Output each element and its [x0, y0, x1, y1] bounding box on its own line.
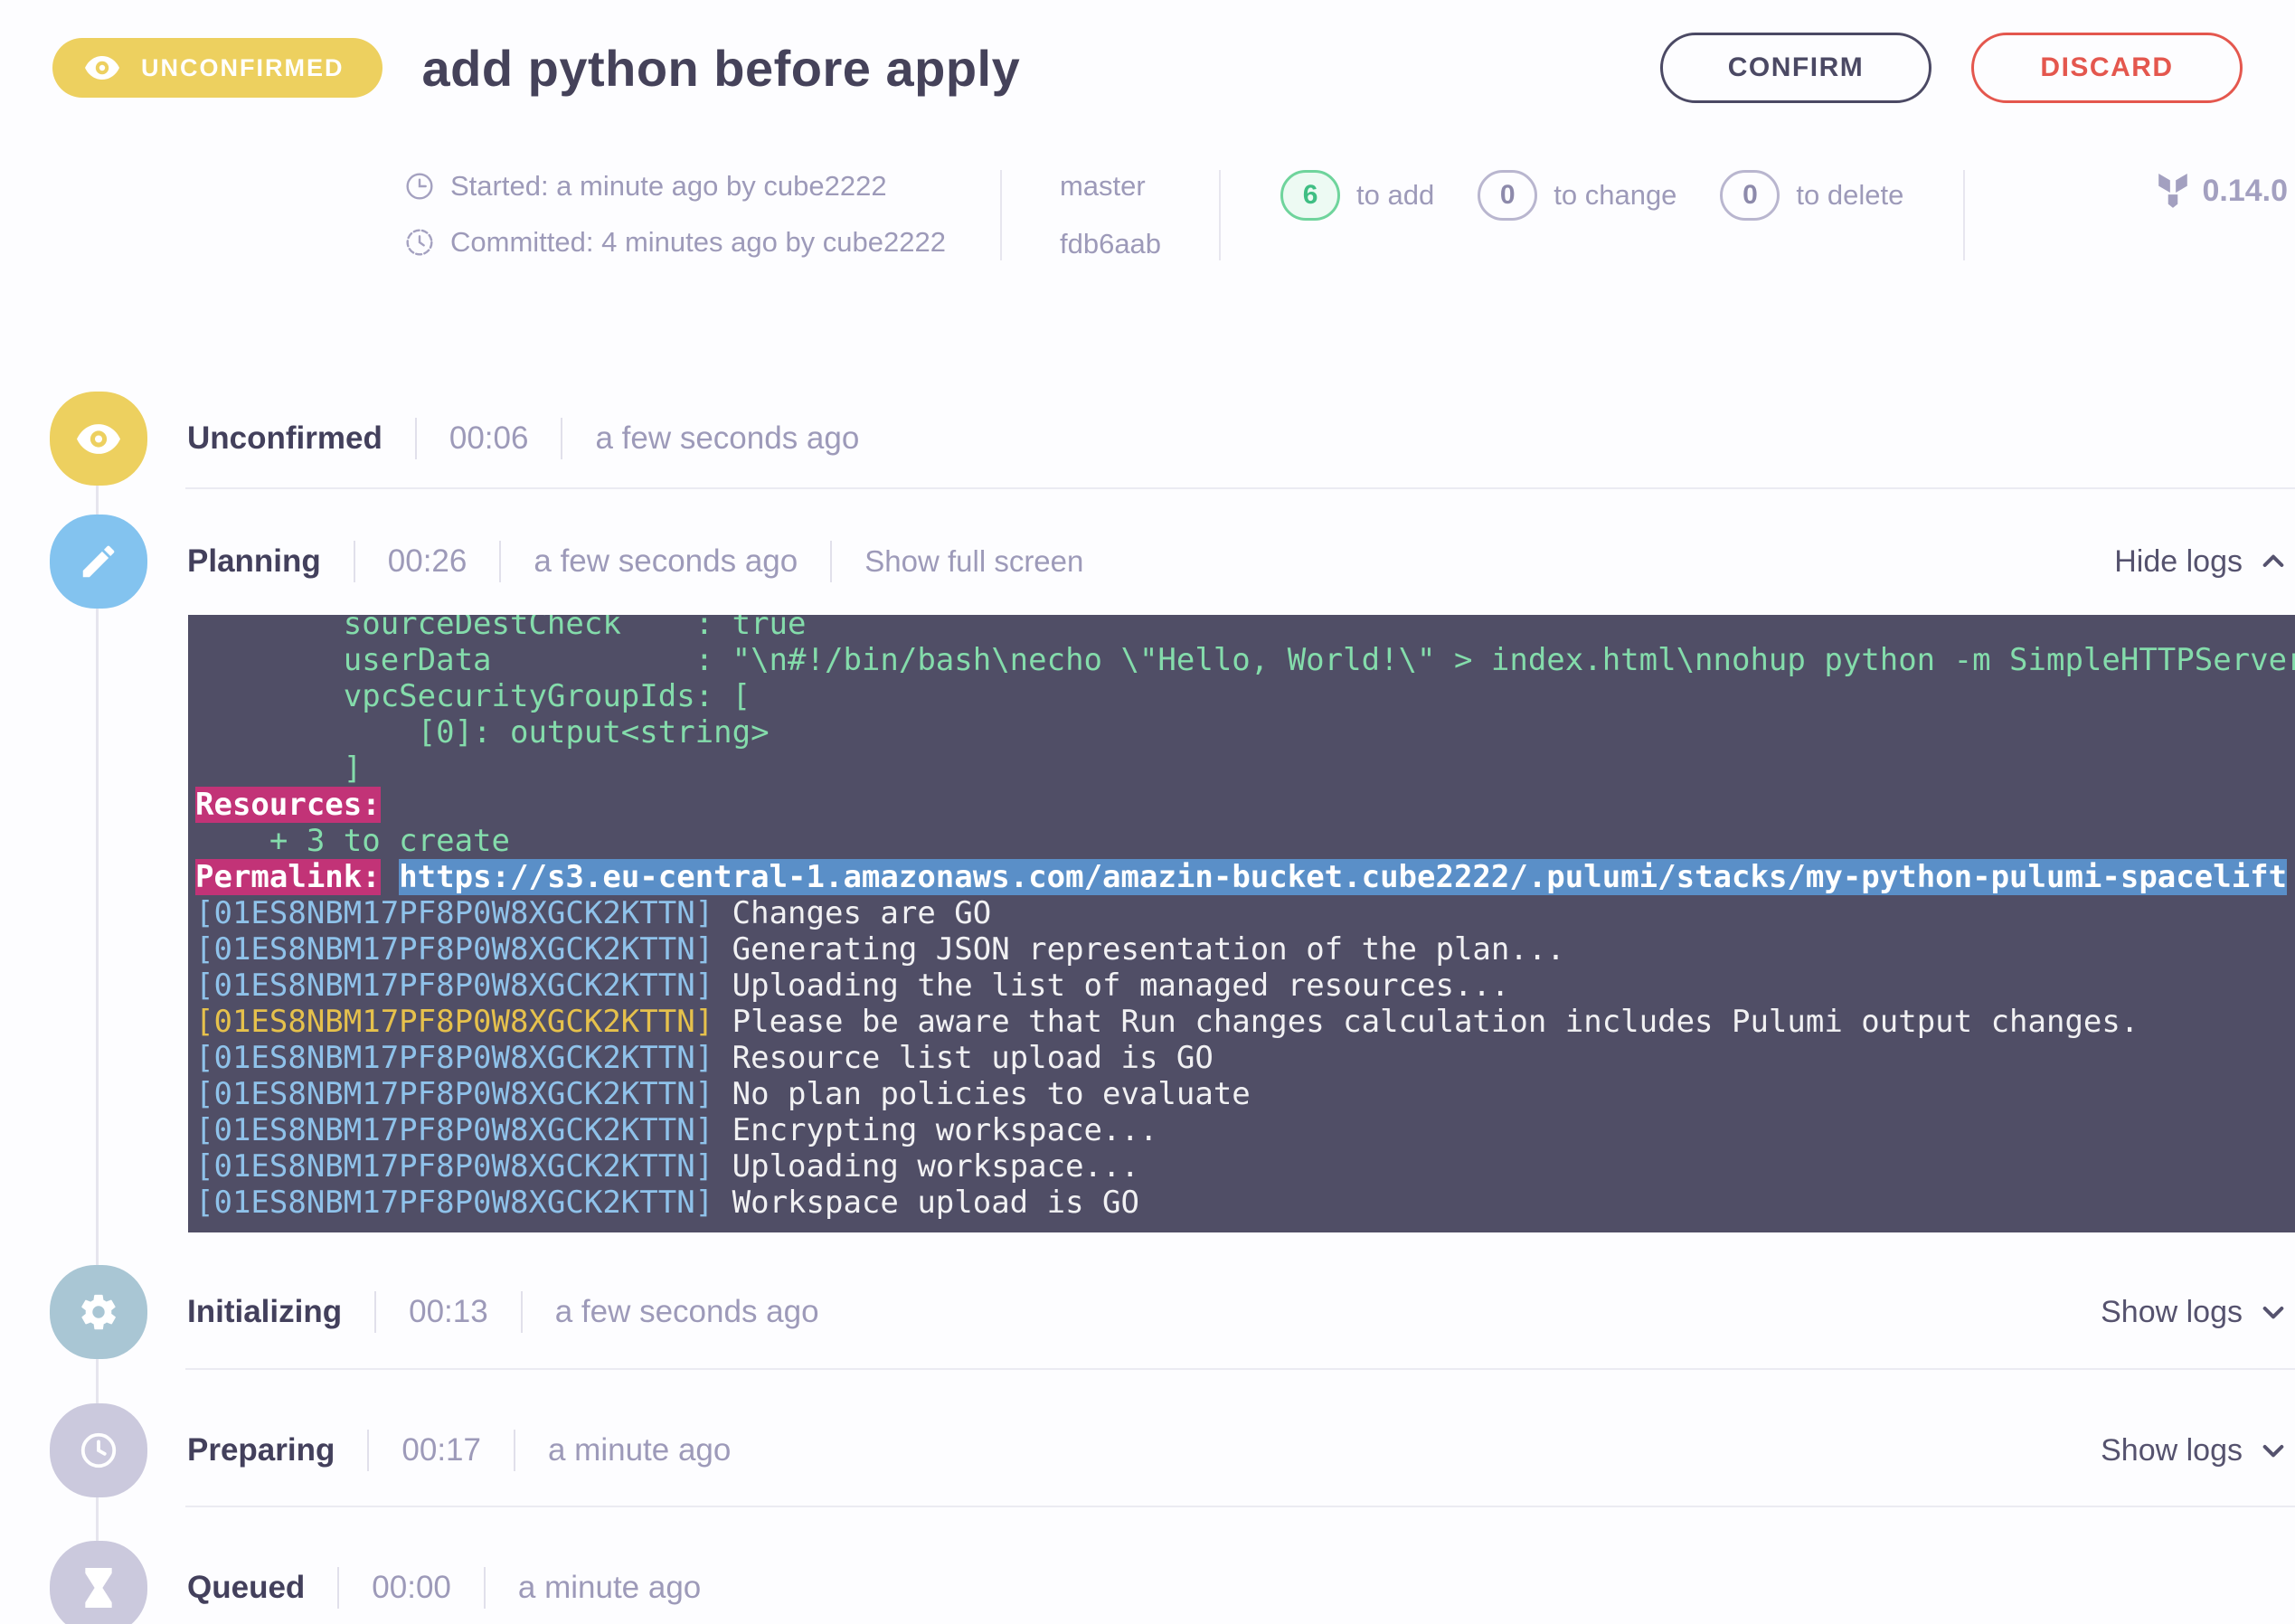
show-logs-label: Show logs	[2101, 1295, 2243, 1330]
show-full-screen-link[interactable]: Show full screen	[864, 544, 1083, 579]
stage-timestamp: a few seconds ago	[595, 420, 859, 457]
stage-separator	[514, 1430, 515, 1471]
chevron-up-icon	[2259, 547, 2288, 576]
add-count-badge: 6	[1280, 170, 1340, 221]
confirm-button[interactable]: CONFIRM	[1660, 33, 1931, 103]
stage-label: Initializing	[187, 1294, 342, 1330]
add-count-label: to add	[1356, 179, 1434, 212]
stage-label: Unconfirmed	[187, 420, 382, 457]
hide-logs-toggle[interactable]: Hide logs	[2114, 544, 2288, 580]
stage-separator	[830, 541, 832, 582]
meta-started-text: Started: a minute ago by cube2222	[450, 170, 887, 203]
run-meta: Started: a minute ago by cube2222 Commit…	[405, 170, 2288, 260]
stage-info: Preparing 00:17 a minute ago	[187, 1430, 731, 1471]
chevron-down-icon	[2259, 1298, 2288, 1327]
stage-duration: 00:06	[449, 420, 529, 457]
stage-timestamp: a minute ago	[518, 1570, 701, 1606]
delete-count-badge: 0	[1720, 170, 1780, 221]
changes-to-change: 0 to change	[1478, 170, 1676, 221]
stage-label: Preparing	[187, 1432, 335, 1468]
header: UNCONFIRMED add python before apply CONF…	[0, 0, 2295, 103]
stage-info: Unconfirmed 00:06 a few seconds ago	[187, 418, 859, 459]
change-count-badge: 0	[1478, 170, 1537, 221]
terminal-log-panel[interactable]: sourceDestCheck : true userData : "\n#!/…	[188, 615, 2295, 1232]
stage-separator	[374, 1291, 376, 1333]
hourglass-icon	[80, 1568, 117, 1608]
stage-separator	[367, 1430, 369, 1471]
branch-name: master	[1060, 170, 1161, 203]
stage-info: Queued 00:00 a minute ago	[187, 1567, 701, 1609]
show-logs-toggle[interactable]: Show logs	[2101, 1295, 2288, 1330]
eye-icon	[77, 424, 120, 454]
stage-timestamp: a few seconds ago	[555, 1294, 819, 1330]
run-detail-page: UNCONFIRMED add python before apply CONF…	[0, 0, 2295, 1624]
timeline-row-planning: Planning 00:26 a few seconds ago Show fu…	[0, 515, 2295, 609]
change-summary: 6 to add 0 to change 0 to delete	[1221, 170, 1963, 260]
terraform-icon	[2157, 174, 2189, 210]
stage-separator	[337, 1567, 339, 1609]
row-divider	[185, 1506, 2295, 1507]
terminal-log: sourceDestCheck : true userData : "\n#!/…	[195, 615, 2295, 1221]
discard-button[interactable]: DISCARD	[1971, 33, 2243, 103]
clock-icon	[405, 172, 434, 201]
stage-label: Queued	[187, 1570, 305, 1606]
run-timeline: Unconfirmed 00:06 a few seconds ago Plan…	[0, 392, 2295, 1624]
timeline-row-queued: Queued 00:00 a minute ago	[0, 1541, 2295, 1624]
stage-separator	[521, 1291, 523, 1333]
timeline-row-initializing: Initializing 00:13 a few seconds ago Sho…	[0, 1265, 2295, 1359]
changes-to-delete: 0 to delete	[1720, 170, 1903, 221]
timeline-row-preparing: Preparing 00:17 a minute ago Show logs	[0, 1403, 2295, 1497]
row-divider	[185, 487, 2295, 489]
stage-separator	[484, 1567, 486, 1609]
meta-committed-text: Committed: 4 minutes ago by cube2222	[450, 226, 946, 259]
meta-committed: Committed: 4 minutes ago by cube2222	[405, 226, 946, 259]
stage-icon-bubble	[50, 1403, 147, 1497]
commit-hash: fdb6aab	[1060, 228, 1161, 260]
stage-info: Initializing 00:13 a few seconds ago	[187, 1291, 819, 1333]
meta-branch-commit: master fdb6aab	[1002, 170, 1219, 260]
stage-duration: 00:17	[401, 1432, 481, 1468]
stage-label: Planning	[187, 543, 321, 580]
meta-started: Started: a minute ago by cube2222	[405, 170, 946, 203]
status-badge-label: UNCONFIRMED	[141, 54, 345, 82]
stopwatch-icon	[405, 228, 434, 257]
hide-logs-label: Hide logs	[2114, 544, 2243, 580]
show-logs-toggle[interactable]: Show logs	[2101, 1433, 2288, 1468]
clock-icon	[78, 1430, 119, 1471]
eye-icon	[85, 56, 119, 80]
pencil-icon	[78, 541, 119, 582]
delete-count-label: to delete	[1796, 179, 1903, 212]
changes-to-add: 6 to add	[1280, 170, 1434, 221]
meta-times: Started: a minute ago by cube2222 Commit…	[405, 170, 1000, 260]
page-title: add python before apply	[422, 39, 1021, 98]
stage-separator	[415, 418, 417, 459]
stage-timestamp: a minute ago	[548, 1432, 731, 1468]
stage-duration: 00:26	[388, 543, 468, 580]
version-number: 0.14.0	[2202, 174, 2288, 209]
stage-timestamp: a few seconds ago	[534, 543, 798, 580]
stage-duration: 00:00	[372, 1570, 451, 1606]
timeline-row-unconfirmed: Unconfirmed 00:06 a few seconds ago	[0, 392, 2295, 486]
gear-icon	[78, 1291, 119, 1333]
row-divider	[185, 1368, 2295, 1370]
stage-info: Planning 00:26 a few seconds ago Show fu…	[187, 541, 1083, 582]
stage-separator	[499, 541, 501, 582]
tool-version: 0.14.0	[1965, 170, 2288, 260]
stage-separator	[354, 541, 355, 582]
stage-icon-bubble	[50, 515, 147, 609]
change-count-label: to change	[1554, 179, 1676, 212]
stage-icon-bubble	[50, 392, 147, 486]
stage-separator	[561, 418, 562, 459]
stage-icon-bubble	[50, 1541, 147, 1624]
stage-duration: 00:13	[409, 1294, 488, 1330]
stage-icon-bubble	[50, 1265, 147, 1359]
chevron-down-icon	[2259, 1436, 2288, 1465]
show-logs-label: Show logs	[2101, 1433, 2243, 1468]
status-badge: UNCONFIRMED	[52, 38, 382, 98]
